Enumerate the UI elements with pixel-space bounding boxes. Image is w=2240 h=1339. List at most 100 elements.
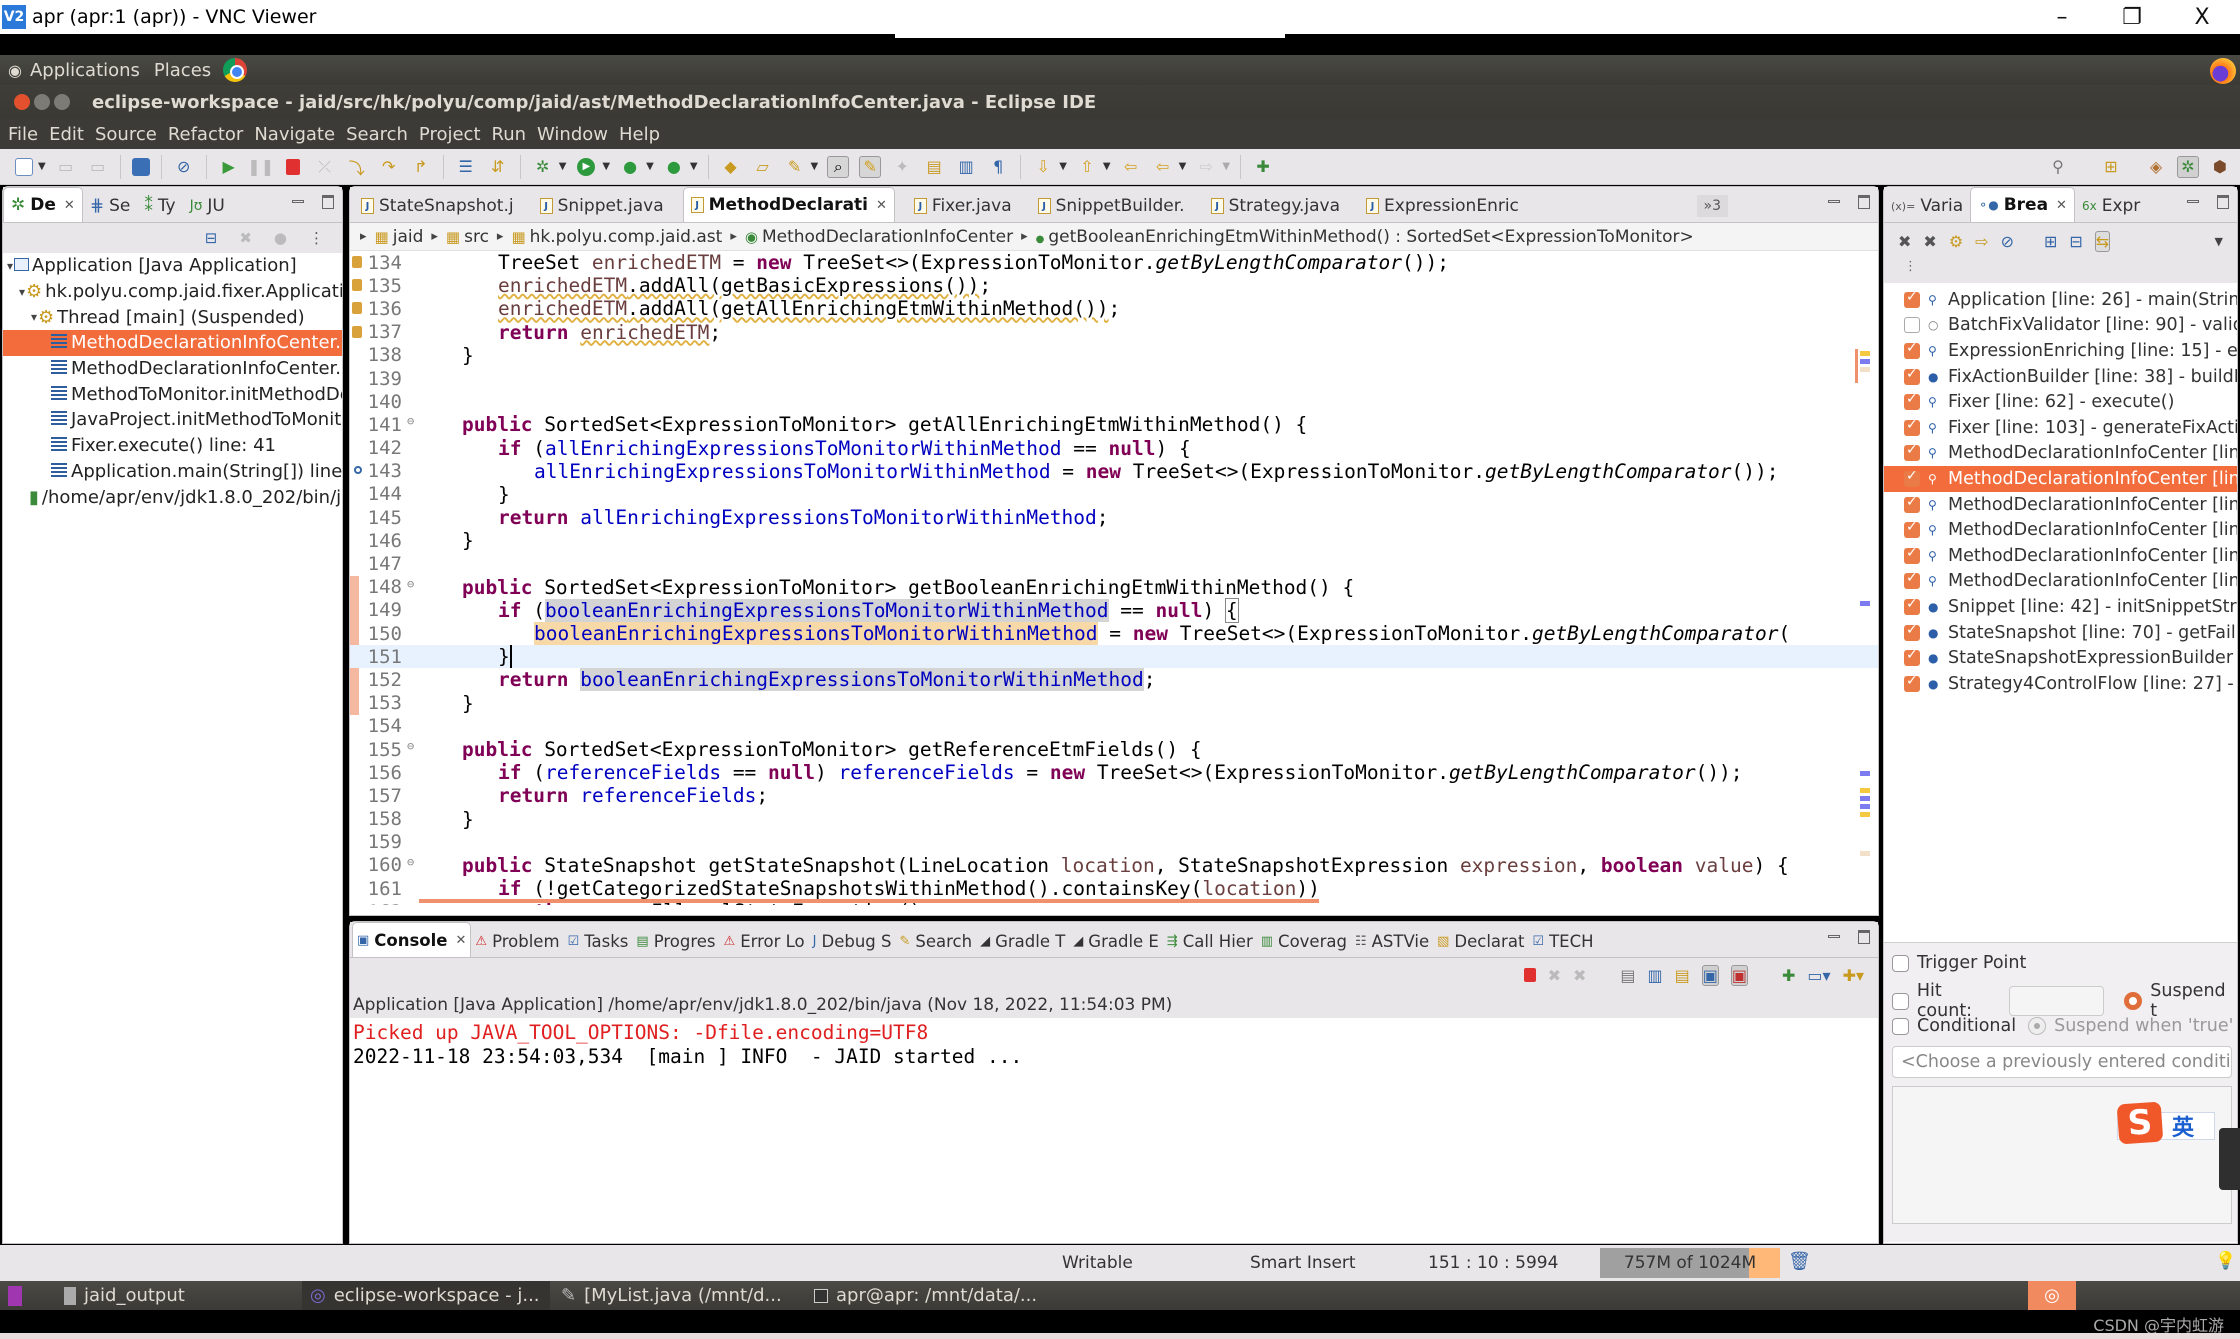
line-number[interactable]: 153 <box>350 692 406 714</box>
code-line[interactable]: 160 ⊖ public StateSnapshot getStateSnapsho… <box>350 854 1878 877</box>
breakpoint-item[interactable]: ● StateSnapshotExpressionBuilder [l <box>1884 645 2237 671</box>
tab-breakpoints[interactable]: ⚬● Brea ✕ <box>1970 187 2075 222</box>
tab-variables[interactable]: (x)= Varia <box>1884 190 1970 222</box>
open-type-icon[interactable]: ◆ <box>720 156 742 178</box>
debug-tree-item[interactable]: MethodDeclarationInfoCenter.c <box>3 330 342 356</box>
breakpoint-enabled-checkbox[interactable] <box>1904 494 1920 513</box>
code-line[interactable]: 140 <box>350 390 1878 413</box>
tab-junit[interactable]: Jʊ JU <box>183 190 232 222</box>
menu-run[interactable]: Run <box>492 124 527 145</box>
vnc-minimize-button[interactable]: – <box>2027 0 2097 34</box>
code-line[interactable]: 146} <box>350 529 1878 552</box>
toggle-mark-occurrences-icon[interactable]: ✎ <box>859 155 882 178</box>
console-tab[interactable]: ▧ Declarat <box>1433 925 1528 957</box>
overview-occurrence-marker[interactable] <box>1860 796 1870 801</box>
display-console-icon[interactable]: ▭▾ <box>1807 966 1830 985</box>
overview-ruler[interactable] <box>1860 251 1870 905</box>
link-with-debug-view-icon[interactable]: ⇆ <box>2094 230 2111 252</box>
breadcrumb-item[interactable]: ▦ src <box>446 227 489 247</box>
window-minimize-button[interactable] <box>34 94 50 110</box>
show-desktop-button[interactable] <box>0 1281 40 1310</box>
code-line[interactable]: 134 TreeSet enrichedETM = new TreeSet<>(E… <box>350 251 1878 274</box>
go-to-file-icon[interactable]: ⇨ <box>1975 232 1988 251</box>
open-task-icon[interactable]: ▱ <box>752 156 774 178</box>
terminal-icon[interactable] <box>131 157 150 176</box>
word-wrap-console-icon[interactable]: ▤ <box>1675 966 1690 985</box>
breadcrumb-separator-icon[interactable]: ▸ <box>497 229 504 244</box>
vnc-close-button[interactable]: X <box>2167 0 2237 34</box>
menu-search[interactable]: Search <box>346 124 408 145</box>
quick-access-search-icon[interactable]: ⚲ <box>2047 156 2069 178</box>
debug-perspective-icon[interactable]: ✲ <box>2177 155 2199 178</box>
line-number[interactable]: 162 <box>350 901 406 905</box>
debug-tree-item[interactable]: Application.main(String[]) line: 2 <box>3 459 342 485</box>
line-number[interactable]: 149 <box>350 599 406 621</box>
breadcrumb-separator-icon[interactable]: ▸ <box>730 229 737 244</box>
breakpoint-item[interactable]: ⚲ Application [line: 26] - main(String[ <box>1884 287 2237 313</box>
editor-tab[interactable]: J StateSnapshot.j <box>354 190 521 222</box>
garbage-collect-icon[interactable]: 🗑 <box>1788 1251 1811 1272</box>
disconnect-icon[interactable]: ⤫ <box>314 156 336 178</box>
line-number[interactable]: 138 <box>350 344 406 366</box>
debug-icon[interactable]: ✲ <box>532 156 554 178</box>
tab-type-hierarchy[interactable]: ⁑ Ty <box>137 190 182 222</box>
trigger-point-checkbox[interactable] <box>1892 954 1909 972</box>
console-tab[interactable]: ⚠ Problem <box>471 925 563 957</box>
line-number[interactable]: 147 <box>350 553 406 575</box>
chrome-launcher-icon[interactable] <box>223 58 248 82</box>
console-tab[interactable]: ☷ ASTVie <box>1351 925 1433 957</box>
breakpoint-enabled-checkbox[interactable] <box>1904 545 1920 564</box>
editor-tab[interactable]: J Strategy.java <box>1204 190 1347 222</box>
expand-toggle-icon[interactable]: ▾ <box>7 259 13 273</box>
line-number[interactable]: 161 <box>350 878 406 900</box>
breakpoint-item[interactable]: ● StateSnapshot [line: 70] - getFailing <box>1884 620 2237 646</box>
console-tab[interactable]: J Debug S <box>809 925 896 957</box>
menu-project[interactable]: Project <box>419 124 481 145</box>
code-line[interactable]: 151} <box>350 645 1878 669</box>
side-widget[interactable] <box>2219 1128 2240 1190</box>
warning-marker-icon[interactable] <box>352 302 362 315</box>
breakpoint-item[interactable]: ○ BatchFixValidator [line: 90] - validat <box>1884 313 2237 339</box>
debug-tree-item[interactable]: MethodDeclarationInfoCenter.ir <box>3 356 342 382</box>
overview-warning-marker[interactable] <box>1860 351 1870 356</box>
vertical-scroll-indicator[interactable] <box>1855 349 1858 383</box>
line-number[interactable]: 158 <box>350 808 406 830</box>
open-console-icon[interactable]: ✚▾ <box>1843 966 1864 985</box>
code-line[interactable]: 153} <box>350 692 1878 715</box>
search-tool-icon[interactable]: ✎ <box>784 156 806 178</box>
overview-warning-marker[interactable] <box>1860 788 1870 793</box>
breakpoint-enabled-checkbox[interactable] <box>1904 673 1920 692</box>
breakpoint-item[interactable]: ⚲ MethodDeclarationInfoCenter [line <box>1884 441 2237 467</box>
minimize-console-icon[interactable] <box>1828 935 1840 938</box>
line-number[interactable]: 157 <box>350 785 406 807</box>
java-perspective-icon[interactable]: ◈ <box>2145 156 2167 178</box>
firefox-launcher-icon[interactable] <box>2210 58 2236 84</box>
show-whitespace-icon[interactable]: ▤ <box>923 156 945 178</box>
line-number[interactable]: 148 <box>350 576 406 598</box>
code-line[interactable]: 145 return allEnrichingExpressionsToMonit… <box>350 506 1878 529</box>
breakpoint-toolbar-overflow-icon[interactable]: ⋮ <box>1884 259 2237 283</box>
overview-marker[interactable] <box>1860 851 1870 856</box>
breadcrumb-separator-icon[interactable]: ▸ <box>360 229 367 244</box>
menu-navigate[interactable]: Navigate <box>254 124 335 145</box>
pin-editor-icon[interactable]: ✚ <box>1252 156 1274 178</box>
debug-tree-item[interactable]: ▾ Application [Java Application] <box>3 253 342 279</box>
breakpoint-item[interactable]: ⚲ MethodDeclarationInfoCenter [line <box>1884 466 2237 492</box>
last-edit-location-icon[interactable]: ⇦ <box>1120 156 1142 178</box>
ime-indicator[interactable]: S 英 <box>2116 1101 2216 1145</box>
fold-toggle-icon[interactable]: ⊖ <box>407 739 414 753</box>
overview-occurrence-marker[interactable] <box>1860 359 1870 364</box>
skip-all-breakpoints-icon[interactable]: ⊘ <box>2001 232 2014 251</box>
line-number[interactable]: 141 <box>350 414 406 436</box>
console-output[interactable]: Picked up JAVA_TOOL_OPTIONS: -Dfile.enco… <box>350 1018 1878 1069</box>
line-number[interactable]: 146 <box>350 530 406 552</box>
new-dropdown-icon[interactable]: ▼ <box>38 161 46 172</box>
breadcrumb-separator-icon[interactable]: ▸ <box>1021 229 1028 244</box>
breakpoint-item[interactable]: ⚲ MethodDeclarationInfoCenter [line <box>1884 492 2237 518</box>
breakpoint-enabled-checkbox[interactable] <box>1904 468 1920 487</box>
debug-tree-item[interactable]: JavaProject.initMethodToMonit <box>3 407 342 433</box>
code-line[interactable]: 159 <box>350 831 1878 854</box>
use-step-filters-icon[interactable]: ⇵ <box>487 156 509 178</box>
show-on-stdout-icon[interactable]: ▣ <box>1701 964 1719 986</box>
minimize-view-icon[interactable] <box>2187 200 2199 203</box>
